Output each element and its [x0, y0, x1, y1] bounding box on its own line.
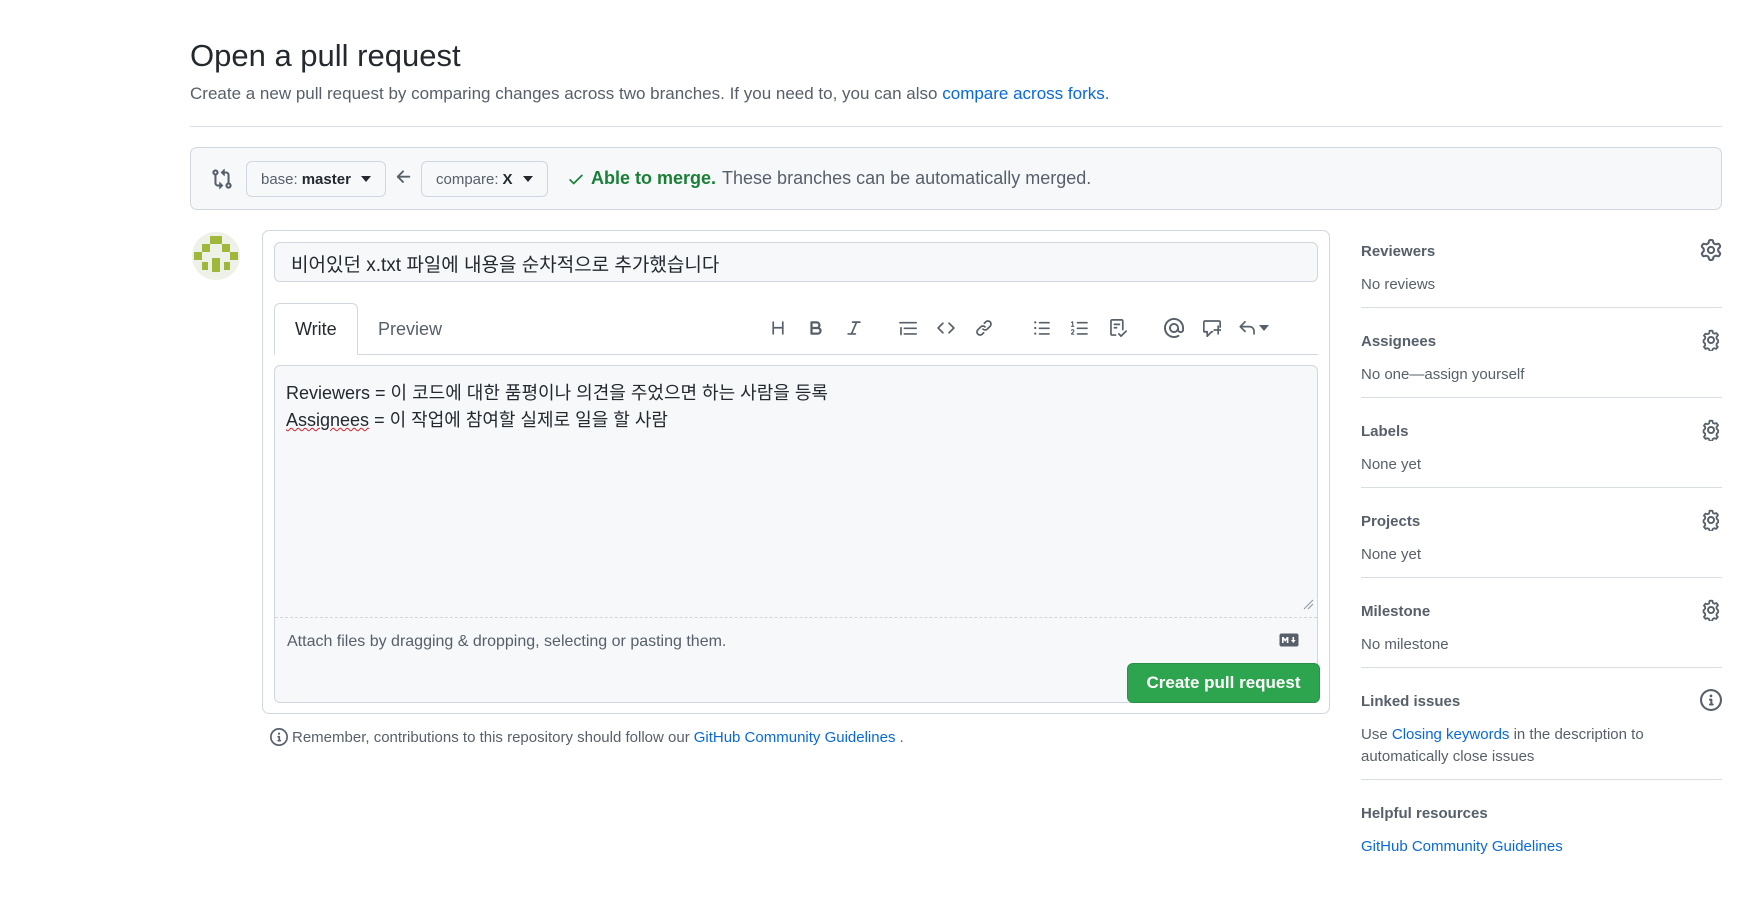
gear-icon[interactable] — [1700, 599, 1722, 621]
reviewers-value: No reviews — [1361, 276, 1436, 293]
compare-across-forks-link[interactable]: compare across forks. — [942, 84, 1109, 103]
bold-icon[interactable] — [801, 313, 831, 343]
tabs-divider — [274, 354, 1318, 355]
projects-value: None yet — [1361, 546, 1422, 563]
compare-bar: base: master compare: X Able to merge. T… — [190, 147, 1722, 210]
compare-label: compare: — [436, 170, 499, 188]
chevron-down-icon — [1258, 325, 1269, 331]
gear-icon[interactable] — [1700, 329, 1722, 351]
reviewers-title[interactable]: Reviewers — [1361, 243, 1435, 260]
sidebar-guidelines-link[interactable]: GitHub Community Guidelines — [1361, 836, 1661, 858]
linked-issues-title: Linked issues — [1361, 693, 1461, 710]
unordered-list-icon[interactable] — [1027, 313, 1057, 343]
merge-status: Able to merge. These branches can be aut… — [567, 168, 1091, 189]
reply-icon[interactable] — [1233, 313, 1273, 343]
sidebar-divider — [1361, 667, 1722, 668]
gear-icon[interactable] — [1700, 239, 1722, 261]
header-divider — [190, 126, 1722, 127]
gear-icon[interactable] — [1700, 509, 1722, 531]
markdown-icon[interactable] — [1279, 633, 1299, 647]
body-line-2-word: Assignees — [286, 410, 370, 430]
info-icon[interactable] — [1700, 689, 1722, 711]
mention-icon[interactable] — [1159, 313, 1189, 343]
page-subtitle: Create a new pull request by comparing c… — [190, 84, 1109, 104]
reminder-end: . — [899, 728, 904, 746]
community-guidelines-link[interactable]: GitHub Community Guidelines — [694, 729, 896, 746]
sidebar-divider — [1361, 577, 1722, 578]
gear-icon[interactable] — [1700, 419, 1722, 441]
body-line-1: Reviewers = 이 코드에 대한 품평이나 의견을 주었으면 하는 사람… — [286, 383, 828, 403]
code-icon[interactable] — [931, 313, 961, 343]
closing-keywords-link[interactable]: Closing keywords — [1392, 726, 1510, 743]
italic-icon[interactable] — [839, 313, 869, 343]
quote-icon[interactable] — [893, 313, 923, 343]
subtitle-text: Create a new pull request by comparing c… — [190, 84, 938, 103]
base-label: base: — [261, 170, 298, 188]
pr-title-input[interactable]: 비어있던 x.txt 파일에 내용을 순차적으로 추가했습니다 — [274, 242, 1318, 282]
tab-write[interactable]: Write — [274, 303, 358, 355]
create-pull-request-button[interactable]: Create pull request — [1127, 663, 1320, 703]
assignees-value[interactable]: No one—assign yourself — [1361, 364, 1661, 386]
chevron-down-icon — [360, 176, 371, 182]
reminder-text: Remember, contributions to this reposito… — [292, 728, 690, 746]
page-title: Open a pull request — [190, 38, 461, 73]
sidebar-divider — [1361, 397, 1722, 398]
assignees-title[interactable]: Assignees — [1361, 333, 1436, 350]
pr-body-text: Reviewers = 이 코드에 대한 품평이나 의견을 주었으면 하는 사람… — [286, 380, 828, 434]
contribution-reminder: Remember, contributions to this reposito… — [270, 728, 904, 746]
identicon — [192, 232, 240, 280]
heading-icon[interactable] — [763, 313, 793, 343]
body-line-2-rest: = 이 작업에 참여할 실제로 일을 할 사람 — [369, 410, 668, 430]
attach-files-text: Attach files by dragging & dropping, sel… — [287, 633, 727, 650]
check-icon — [569, 174, 583, 184]
sidebar-divider — [1361, 307, 1722, 308]
sidebar-divider — [1361, 487, 1722, 488]
compare-branch-name: X — [502, 170, 513, 188]
avatar[interactable] — [192, 232, 240, 280]
merge-ok-text: Able to merge. — [591, 168, 717, 188]
labels-title[interactable]: Labels — [1361, 423, 1409, 440]
labels-value: None yet — [1361, 456, 1422, 473]
chevron-down-icon — [522, 176, 533, 182]
helpful-resources-title: Helpful resources — [1361, 805, 1488, 822]
base-branch-button[interactable]: base: master — [246, 161, 386, 197]
link-icon[interactable] — [969, 313, 999, 343]
arrow-left-icon — [396, 170, 411, 183]
linked-issues-text: Use Closing keywords in the description … — [1361, 724, 1661, 768]
git-compare-icon — [212, 168, 232, 190]
reference-icon[interactable] — [1197, 313, 1227, 343]
milestone-title[interactable]: Milestone — [1361, 603, 1430, 620]
task-list-icon[interactable] — [1103, 313, 1133, 343]
pr-composer: 비어있던 x.txt 파일에 내용을 순차적으로 추가했습니다 Write Pr… — [262, 230, 1330, 714]
projects-title[interactable]: Projects — [1361, 513, 1420, 530]
ordered-list-icon[interactable] — [1065, 313, 1095, 343]
sidebar-divider — [1361, 779, 1722, 780]
tab-preview[interactable]: Preview — [358, 303, 462, 355]
resize-handle-icon[interactable] — [1302, 598, 1314, 610]
linked-issues-prefix: Use — [1361, 726, 1388, 743]
info-icon — [270, 728, 288, 746]
milestone-value: No milestone — [1361, 636, 1449, 653]
merge-status-text: These branches can be automatically merg… — [722, 168, 1092, 188]
compare-branch-button[interactable]: compare: X — [421, 161, 548, 197]
base-branch-name: master — [301, 170, 351, 188]
pr-body-textarea[interactable]: Reviewers = 이 코드에 대한 품평이나 의견을 주었으면 하는 사람… — [274, 365, 1318, 703]
